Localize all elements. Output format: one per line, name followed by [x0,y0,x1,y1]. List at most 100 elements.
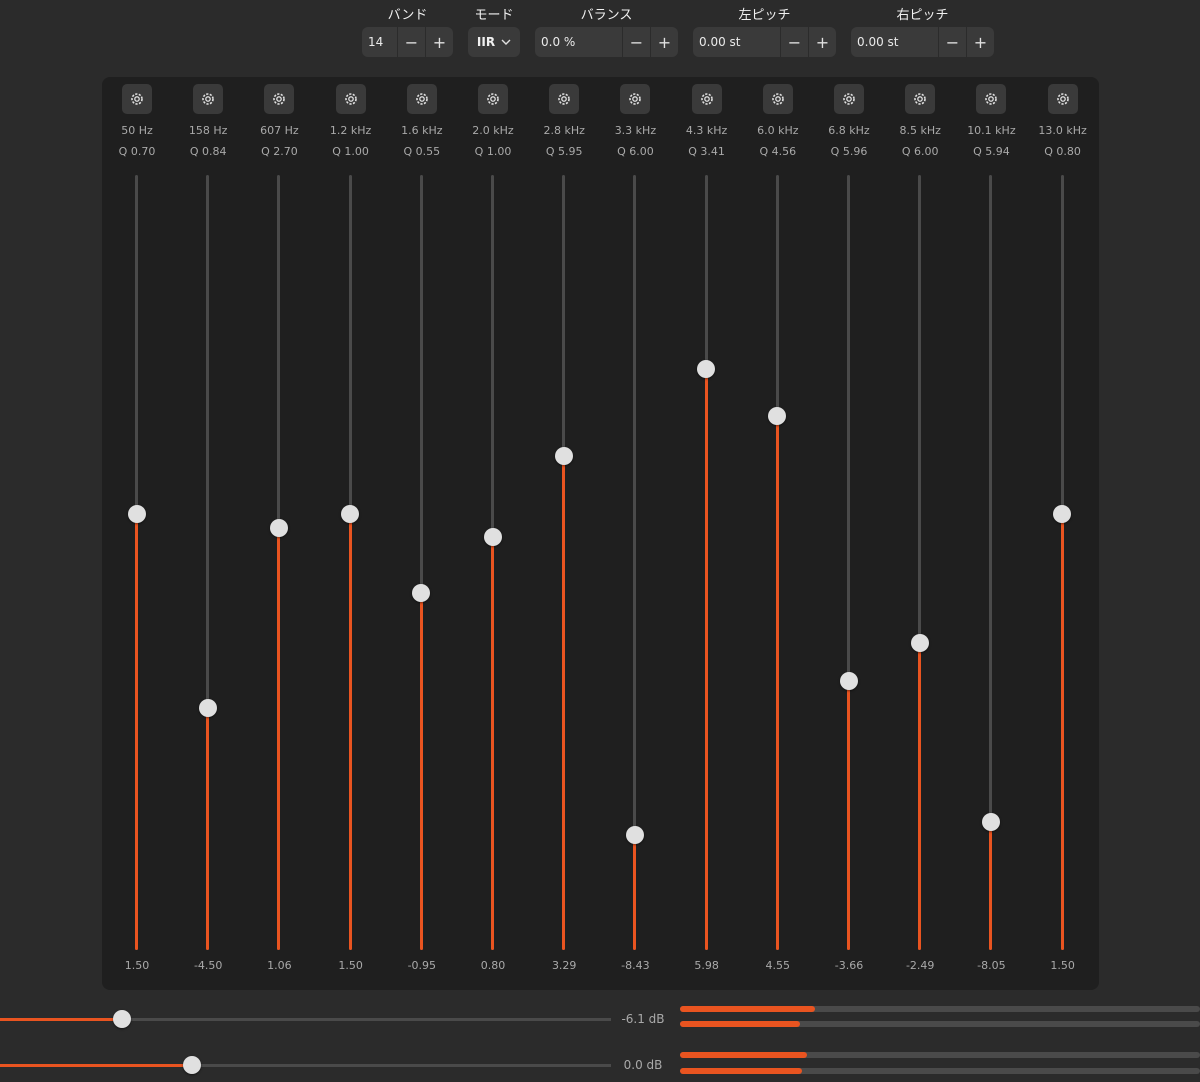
eq-band: 10.1 kHz Q 5.94 -8.05 [956,77,1026,990]
band-settings-button[interactable] [122,84,152,114]
band-q: Q 0.84 [189,145,227,158]
band-settings-button[interactable] [691,84,722,114]
input-gain-knob[interactable] [113,1010,132,1028]
balance-increment-button[interactable]: + [650,27,678,57]
band-settings-button[interactable] [905,84,936,114]
right-pitch-value[interactable]: 0.00 st [851,27,938,57]
band-gain-slider[interactable] [981,175,1000,950]
band-gain-slider[interactable] [269,175,288,950]
band-frequency: 607 Hz [260,124,299,137]
band-settings-button[interactable] [549,84,580,114]
band-gain-value: 4.55 [765,959,791,972]
band-gain-slider[interactable] [910,175,929,950]
input-gain-slider[interactable] [0,1010,611,1028]
bands-value[interactable]: 14 [362,27,397,57]
band-frequency: 158 Hz [188,124,228,137]
balance-decrement-button[interactable]: − [622,27,650,57]
band-settings-button[interactable] [406,84,437,114]
left-pitch-label: 左ピッチ [738,8,791,23]
band-frequency: 1.6 kHz [401,124,443,137]
band-gain-value: -3.66 [834,959,864,972]
eq-band: 8.5 kHz Q 6.00 -2.49 [885,77,955,990]
eq-band: 1.2 kHz Q 1.00 1.50 [316,77,386,990]
right-pitch-increment-button[interactable]: + [966,27,994,57]
band-gain-slider[interactable] [127,175,146,950]
band-gain-knob[interactable] [341,505,360,524]
band-gain-knob[interactable] [697,360,716,379]
band-gain-slider[interactable] [625,175,644,950]
band-gain-knob[interactable] [483,527,502,546]
band-frequency: 6.8 kHz [828,124,870,137]
output-gain-knob[interactable] [183,1056,202,1074]
band-gain-fill [419,593,423,950]
left-pitch-spinbutton[interactable]: 0.00 st − + [693,27,836,57]
band-gain-knob[interactable] [625,825,644,844]
band-gain-knob[interactable] [269,519,288,538]
band-gain-knob[interactable] [910,633,929,652]
eq-band: 607 Hz Q 2.70 1.06 [244,77,314,990]
band-gain-fill [847,680,850,950]
band-gain-slider[interactable] [412,175,431,950]
band-settings-button[interactable] [193,84,224,114]
balance-value[interactable]: 0.0 % [535,27,622,57]
band-gain-knob[interactable] [981,813,1000,832]
gear-icon [129,91,145,107]
band-q: Q 1.00 [474,145,512,158]
band-settings-button[interactable] [620,84,651,114]
band-gain-value: -4.50 [193,959,223,972]
band-gain-slider[interactable] [198,175,217,950]
gear-icon [271,91,287,107]
band-settings-button[interactable] [478,84,508,114]
band-frequency: 50 Hz [121,124,153,137]
eq-band: 50 Hz Q 0.70 1.50 [102,77,172,990]
band-gain-slider[interactable] [483,175,502,950]
band-settings-button[interactable] [834,84,864,114]
band-gain-slider[interactable] [768,175,787,950]
band-gain-slider[interactable] [839,175,858,950]
left-pitch-value[interactable]: 0.00 st [693,27,780,57]
eq-band: 6.8 kHz Q 5.96 -3.66 [814,77,884,990]
band-gain-slider[interactable] [554,175,573,950]
band-settings-button[interactable] [264,84,295,114]
gear-icon [414,91,430,107]
band-settings-button[interactable] [1047,84,1078,114]
band-settings-button[interactable] [335,84,366,114]
eq-band: 158 Hz Q 0.84 -4.50 [173,77,243,990]
band-gain-fill [918,642,922,950]
band-settings-button[interactable] [976,84,1007,114]
band-gain-knob[interactable] [127,505,146,524]
bands-increment-button[interactable]: + [425,27,453,57]
band-gain-value: 1.50 [124,959,150,972]
balance-label: バランス [580,8,633,23]
mode-dropdown[interactable]: IIR [468,27,520,57]
band-frequency: 8.5 kHz [899,124,941,137]
band-gain-slider[interactable] [1053,175,1072,950]
gear-icon [983,91,999,107]
output-level-meter-left-fill [680,1052,808,1058]
band-gain-fill [135,514,138,950]
band-q: Q 3.41 [688,145,725,158]
band-gain-knob[interactable] [412,584,431,603]
balance-spinbutton[interactable]: 0.0 % − + [535,27,678,57]
right-pitch-spinbutton[interactable]: 0.00 st − + [851,27,994,57]
left-pitch-increment-button[interactable]: + [808,27,836,57]
band-gain-value: 1.50 [1050,959,1075,972]
output-gain-slider[interactable] [0,1056,611,1074]
band-gain-slider[interactable] [697,175,716,950]
band-settings-button[interactable] [762,84,793,114]
band-q: Q 1.00 [332,145,369,158]
right-pitch-decrement-button[interactable]: − [938,27,966,57]
input-gain-label: -6.1 dB [621,1012,665,1026]
mode-value: IIR [476,35,496,49]
bands-spinbutton[interactable]: 14 − + [362,27,453,57]
band-gain-knob[interactable] [839,671,858,690]
bands-decrement-button[interactable]: − [397,27,425,57]
band-gain-slider[interactable] [341,175,360,950]
band-gain-knob[interactable] [198,698,217,717]
band-gain-knob[interactable] [1053,505,1072,524]
band-gain-knob[interactable] [768,406,787,425]
band-gain-knob[interactable] [554,447,573,466]
band-gain-fill [1060,514,1064,950]
left-pitch-decrement-button[interactable]: − [780,27,808,57]
gear-icon [1055,91,1071,107]
